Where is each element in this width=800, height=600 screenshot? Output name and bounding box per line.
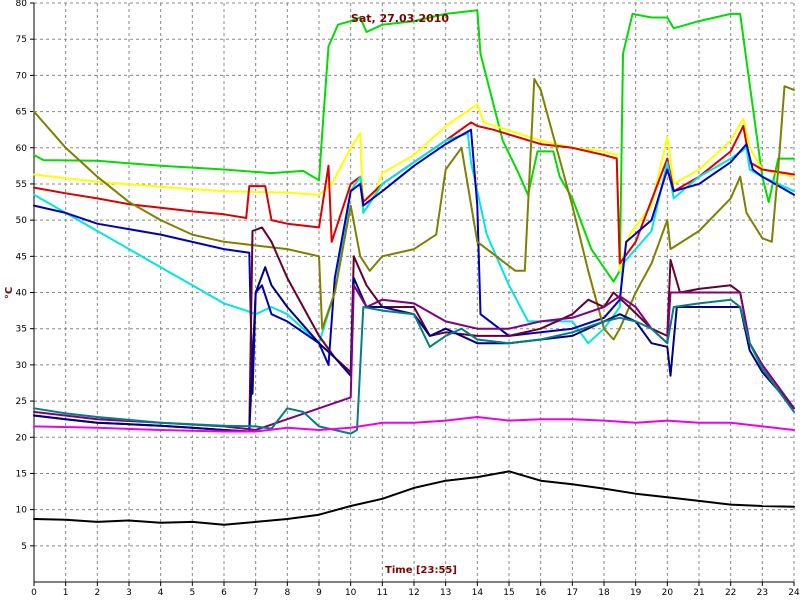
y-tick-label: 50 — [16, 216, 28, 226]
axes: 0 1 2 3 4 5 6 7 8 9 10 11 12 13 14 15 16 17 18 19 20 21 22 23 24… — [16, 0, 800, 598]
y-tick-label: 5 — [21, 542, 27, 552]
series-line-1 — [33, 9, 795, 283]
y-axis-label: °C — [4, 287, 15, 299]
y-tick-label: 70 — [16, 71, 28, 81]
x-tick-label: 14 — [472, 588, 484, 598]
x-axis-label: Time [23:55] — [385, 565, 457, 576]
y-tick-label: 20 — [16, 433, 28, 443]
x-tick-label: 11 — [377, 588, 388, 598]
x-tick-label: 3 — [126, 588, 132, 598]
chart-canvas: 0 1 2 3 4 5 6 7 8 9 10 11 12 13 14 15 16 17 18 19 20 21 22 23 24… — [4, 0, 800, 598]
y-tick-label: 75 — [16, 35, 27, 45]
chart: 0 1 2 3 4 5 6 7 8 9 10 11 12 13 14 15 16 17 18 19 20 21 22 23 24… — [0, 0, 800, 600]
x-tick-label: 9 — [316, 588, 322, 598]
y-tick-label: 10 — [16, 506, 28, 516]
x-tick-label: 2 — [94, 588, 100, 598]
y-tick-label: 35 — [16, 325, 27, 335]
y-tick-label: 60 — [16, 144, 28, 154]
x-tick-label: 17 — [567, 588, 578, 598]
y-tick-label: 65 — [16, 108, 27, 118]
y-tick-label: 40 — [16, 289, 28, 299]
x-tick-label: 24 — [788, 588, 800, 598]
x-tick-label: 16 — [535, 588, 547, 598]
y-tick-label: 45 — [16, 252, 27, 262]
y-tick-label: 55 — [16, 180, 27, 190]
x-tick-label: 10 — [345, 588, 357, 598]
x-tick-label: 6 — [221, 588, 227, 598]
x-tick-label: 23 — [757, 588, 768, 598]
x-tick-label: 1 — [63, 588, 69, 598]
x-tick-label: 0 — [31, 588, 37, 598]
y-tick-label: 25 — [16, 397, 27, 407]
chart-title: Sat, 27.03.2010 — [351, 12, 450, 25]
y-tick-label: 15 — [16, 469, 27, 479]
y-tick-label: 30 — [16, 361, 28, 371]
x-tick-label: 5 — [189, 588, 195, 598]
x-tick-label: 21 — [693, 588, 704, 598]
x-tick-label: 13 — [440, 588, 451, 598]
x-tick-label: 7 — [253, 588, 259, 598]
x-tick-label: 18 — [598, 588, 610, 598]
y-tick-label: 80 — [16, 0, 28, 9]
x-tick-label: 12 — [408, 588, 419, 598]
x-tick-label: 15 — [503, 588, 514, 598]
x-tick-label: 4 — [158, 588, 164, 598]
x-tick-label: 8 — [284, 588, 290, 598]
x-tick-label: 19 — [630, 588, 642, 598]
x-tick-label: 20 — [662, 588, 674, 598]
x-tick-label: 22 — [725, 588, 736, 598]
